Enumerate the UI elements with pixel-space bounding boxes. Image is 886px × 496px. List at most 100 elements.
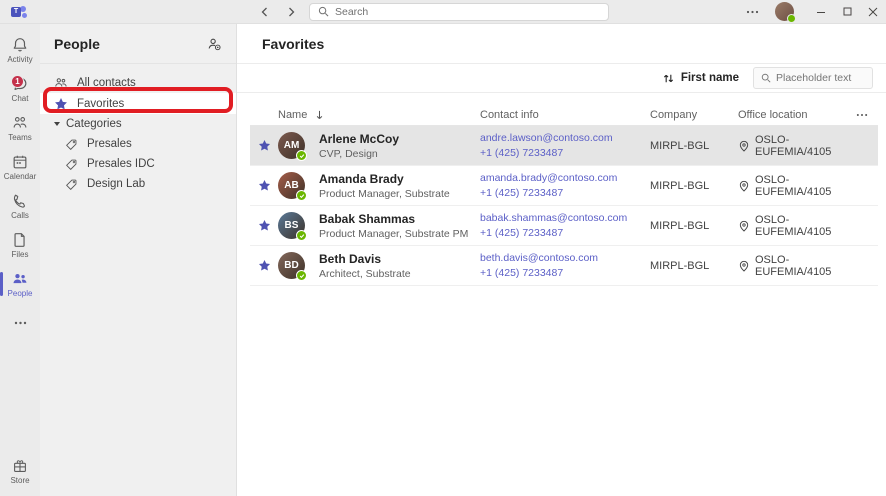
contact-title: Product Manager, Substrate [319, 188, 480, 200]
table-row[interactable]: AM Arlene McCoy CVP, Design andre.lawson… [250, 126, 878, 166]
more-icon [14, 321, 27, 325]
tag-icon [64, 178, 78, 191]
sort-arrows-icon [662, 72, 675, 85]
file-icon [11, 231, 29, 249]
star-icon [54, 97, 68, 111]
tag-icon [64, 158, 78, 171]
avatar: AM [278, 132, 305, 159]
page-title: Favorites [262, 36, 324, 52]
sidebar-item-all-contacts[interactable]: All contacts [40, 73, 236, 93]
location-pin-icon [738, 220, 750, 232]
table-row[interactable]: BD Beth Davis Architect, Substrate beth.… [250, 246, 878, 286]
contact-phone-link[interactable]: +1 (425) 7233487 [480, 227, 650, 239]
avatar: BD [278, 252, 305, 279]
sidebar-item-presales-idc[interactable]: Presales IDC [40, 154, 236, 174]
titlebar-more-icon[interactable] [736, 10, 769, 14]
contact-email-link[interactable]: amanda.brady@contoso.com [480, 172, 650, 184]
contact-location: OSLO-EUFEMIA/4105 [755, 134, 850, 158]
global-search-box[interactable] [309, 3, 609, 21]
contact-company: MIRPL-BGL [650, 260, 738, 272]
column-header-office-location[interactable]: Office location [738, 109, 850, 121]
sidebar-item-favorites[interactable]: Favorites [40, 93, 236, 114]
favorite-star-icon[interactable] [250, 219, 278, 232]
table-row[interactable]: AB Amanda Brady Product Manager, Substra… [250, 166, 878, 206]
add-contact-button[interactable] [206, 36, 222, 52]
table-row[interactable]: BS Babak Shammas Product Manager, Substr… [250, 206, 878, 246]
categories-toggle[interactable]: Categories [40, 114, 236, 134]
rail-item-teams[interactable]: Teams [0, 109, 40, 147]
columns-more-icon[interactable] [856, 113, 878, 117]
list-search-box[interactable] [753, 67, 873, 89]
caret-down-icon [54, 122, 60, 126]
close-icon[interactable] [860, 1, 886, 23]
sidebar-item-label: Design Lab [87, 178, 145, 190]
contact-location: OSLO-EUFEMIA/4105 [755, 214, 850, 238]
chat-badge: 1 [11, 75, 24, 88]
location-pin-icon [738, 180, 750, 192]
main-content: Favorites First name Name Contact info C… [237, 24, 886, 496]
chat-icon: 1 [11, 75, 29, 93]
favorite-star-icon[interactable] [250, 259, 278, 272]
rail-item-people[interactable]: People [0, 265, 40, 303]
contacts-table: Name Contact info Company Office locatio… [250, 104, 878, 286]
rail-item-activity[interactable]: Activity [0, 31, 40, 69]
avatar: BS [278, 212, 305, 239]
calendar-icon [11, 153, 29, 171]
back-icon[interactable] [259, 6, 271, 18]
contact-phone-link[interactable]: +1 (425) 7233487 [480, 147, 650, 159]
presence-available-icon [296, 230, 307, 241]
contact-company: MIRPL-BGL [650, 220, 738, 232]
search-icon [761, 73, 771, 83]
maximize-icon[interactable] [834, 1, 860, 23]
sidebar-item-design-lab[interactable]: Design Lab [40, 174, 236, 194]
title-bar: T [0, 0, 886, 24]
sidebar-item-presales[interactable]: Presales [40, 134, 236, 154]
list-search-input[interactable] [776, 72, 865, 84]
tag-icon [64, 138, 78, 151]
contact-location: OSLO-EUFEMIA/4105 [755, 254, 850, 278]
list-toolbar: First name [237, 64, 886, 93]
favorite-star-icon[interactable] [250, 179, 278, 192]
categories-label: Categories [66, 118, 122, 130]
contact-name: Amanda Brady [319, 172, 480, 186]
location-pin-icon [738, 260, 750, 272]
contact-title: Product Manager, Substrate PM [319, 228, 480, 240]
sidebar-item-label: Presales IDC [87, 158, 155, 170]
sidebar-item-label: Favorites [77, 98, 124, 110]
search-icon [318, 6, 329, 17]
contact-email-link[interactable]: andre.lawson@contoso.com [480, 132, 650, 144]
search-input[interactable] [335, 6, 600, 18]
store-icon [11, 457, 29, 475]
contacts-icon [54, 76, 68, 90]
rail-item-files[interactable]: Files [0, 226, 40, 264]
rail-item-calendar[interactable]: Calendar [0, 148, 40, 186]
presence-badge [787, 14, 796, 23]
column-header-contact-info[interactable]: Contact info [480, 109, 650, 121]
user-avatar[interactable] [775, 2, 794, 21]
minimize-icon[interactable] [808, 1, 834, 23]
contact-email-link[interactable]: beth.davis@contoso.com [480, 252, 650, 264]
rail-item-more[interactable] [0, 304, 40, 342]
contact-company: MIRPL-BGL [650, 180, 738, 192]
column-header-company[interactable]: Company [650, 109, 738, 121]
sidebar-item-label: All contacts [77, 77, 136, 89]
teams-logo-icon: T [11, 4, 27, 20]
sort-button[interactable]: First name [662, 72, 739, 85]
rail-item-store[interactable]: Store [0, 452, 40, 490]
column-header-name[interactable]: Name [278, 109, 480, 121]
favorite-star-icon[interactable] [250, 139, 278, 152]
contact-name: Babak Shammas [319, 212, 480, 226]
forward-icon[interactable] [285, 6, 297, 18]
sidebar-title: People [54, 36, 100, 52]
phone-icon [11, 192, 29, 210]
presence-available-icon [296, 150, 307, 161]
sidebar-item-label: Presales [87, 138, 132, 150]
avatar: AB [278, 172, 305, 199]
sort-label: First name [681, 72, 739, 84]
contact-email-link[interactable]: babak.shammas@contoso.com [480, 212, 650, 224]
contact-phone-link[interactable]: +1 (425) 7233487 [480, 267, 650, 279]
rail-item-chat[interactable]: 1 Chat [0, 70, 40, 108]
contact-phone-link[interactable]: +1 (425) 7233487 [480, 187, 650, 199]
teams-icon [11, 114, 29, 132]
rail-item-calls[interactable]: Calls [0, 187, 40, 225]
